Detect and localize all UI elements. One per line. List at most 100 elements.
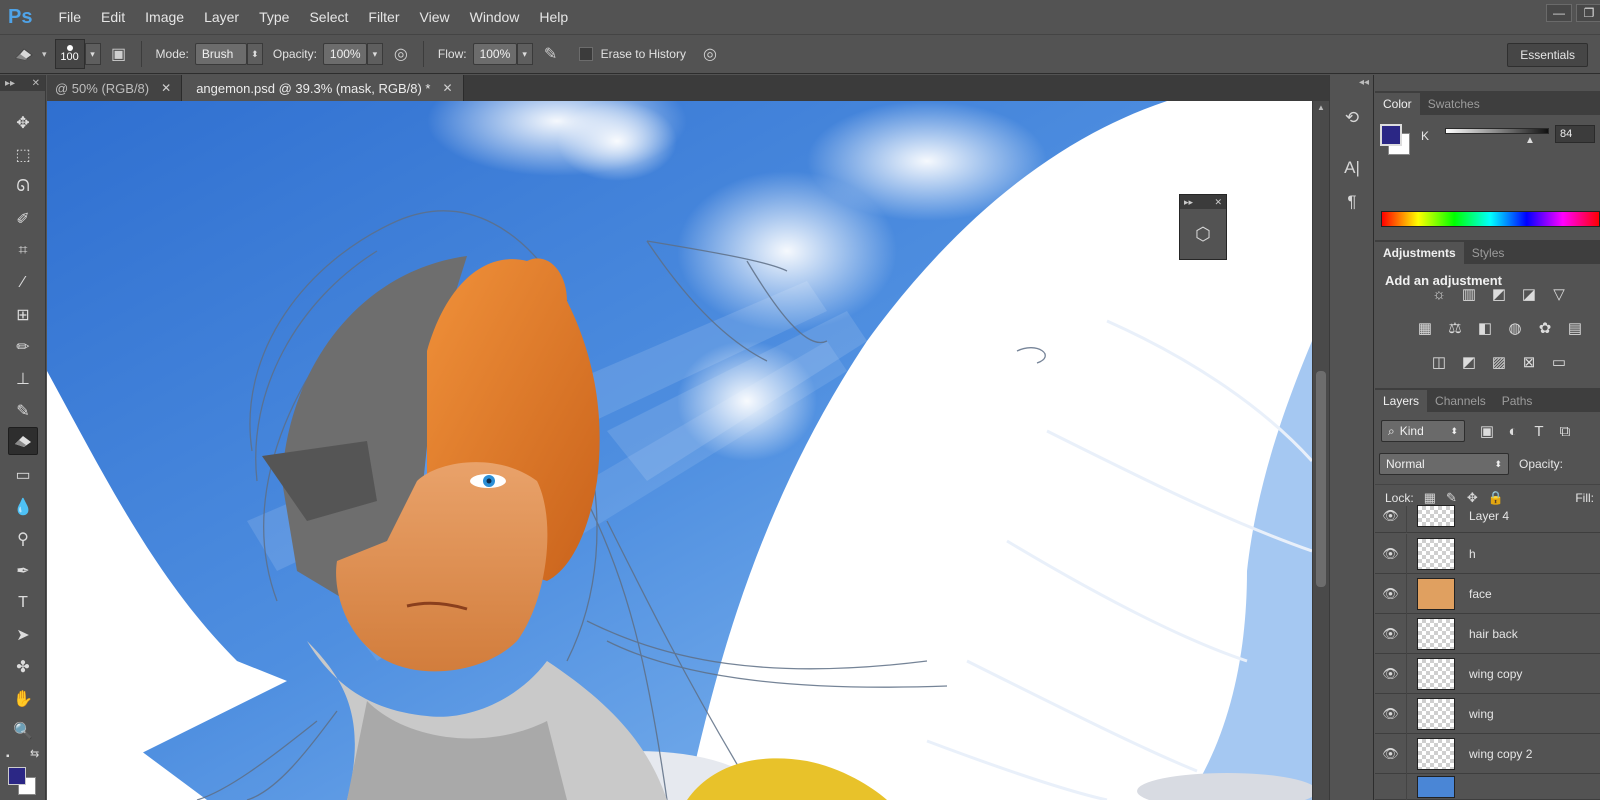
- scroll-up-arrow[interactable]: ▲: [1317, 103, 1325, 112]
- collapse-icon[interactable]: ▸▸: [5, 78, 15, 89]
- filter-pixel-icon[interactable]: ▣: [1477, 421, 1497, 441]
- document-tab-active[interactable]: angemon.psd @ 39.3% (mask, RGB/8) * ✕: [182, 75, 464, 101]
- channel-mixer-icon[interactable]: ✿: [1535, 318, 1555, 338]
- type-tool-icon[interactable]: T: [8, 589, 38, 617]
- minimize-button[interactable]: —: [1546, 4, 1572, 22]
- scroll-thumb[interactable]: [1316, 371, 1326, 587]
- expand-icon[interactable]: ▸▸: [1184, 197, 1193, 208]
- visibility-eye-icon[interactable]: 👁: [1375, 505, 1407, 533]
- path-selection-tool-icon[interactable]: ➤: [8, 621, 38, 649]
- brightness-contrast-icon[interactable]: ☼: [1429, 284, 1449, 304]
- close-tab-icon[interactable]: ✕: [161, 81, 171, 95]
- visibility-eye-icon[interactable]: 👁: [1375, 533, 1407, 574]
- menu-filter[interactable]: Filter: [358, 9, 409, 25]
- threshold-icon[interactable]: ▨: [1489, 352, 1509, 372]
- posterize-icon[interactable]: ◩: [1459, 352, 1479, 372]
- dodge-tool-icon[interactable]: ⚲: [8, 525, 38, 553]
- color-spectrum-bar[interactable]: [1381, 211, 1600, 227]
- invert-icon[interactable]: ◫: [1429, 352, 1449, 372]
- tab-channels[interactable]: Channels: [1427, 390, 1494, 412]
- airbrush-icon[interactable]: ✎: [539, 42, 563, 66]
- levels-icon[interactable]: ▥: [1459, 284, 1479, 304]
- layer-filter-select[interactable]: ⌕ Kind ⬍: [1381, 420, 1465, 442]
- close-icon[interactable]: ✕: [1214, 197, 1222, 208]
- k-channel-slider[interactable]: [1445, 128, 1549, 134]
- photo-filter-icon[interactable]: ◍: [1505, 318, 1525, 338]
- menu-help[interactable]: Help: [529, 9, 578, 25]
- filter-shape-icon[interactable]: ⧉: [1555, 421, 1575, 441]
- brush-size-picker[interactable]: 100: [54, 39, 85, 69]
- layer-row[interactable]: 👁 wing: [1375, 693, 1600, 734]
- opacity-dropdown[interactable]: ▾: [366, 43, 383, 65]
- gradient-tool-icon[interactable]: ▭: [8, 461, 38, 489]
- filter-type-icon[interactable]: T: [1529, 421, 1549, 441]
- pressure-opacity-icon[interactable]: ◎: [389, 42, 413, 66]
- black-white-icon[interactable]: ◧: [1475, 318, 1495, 338]
- layer-row[interactable]: 👁 wing copy 2: [1375, 733, 1600, 774]
- brush-panel-toggle-icon[interactable]: ▣: [107, 42, 131, 66]
- brush-picker-dropdown[interactable]: ▾: [84, 43, 101, 65]
- hand-tool-icon[interactable]: ✋: [8, 685, 38, 713]
- document-tab[interactable]: @ 50% (RGB/8) ✕: [47, 75, 183, 101]
- canvas-vertical-scrollbar[interactable]: ▲: [1312, 101, 1329, 800]
- brush-tool-icon[interactable]: ✏: [8, 333, 38, 361]
- foreground-color-swatch[interactable]: [8, 767, 26, 785]
- menu-select[interactable]: Select: [299, 9, 358, 25]
- layer-row[interactable]: 👁 Layer 4: [1375, 505, 1600, 533]
- mode-select[interactable]: Brush: [194, 43, 247, 65]
- slider-handle-icon[interactable]: ▲: [1525, 135, 1535, 146]
- default-colors-icon[interactable]: ▪: [6, 751, 10, 762]
- opacity-input[interactable]: 100%: [322, 43, 367, 65]
- visibility-eye-icon[interactable]: [1375, 773, 1407, 800]
- color-panel-fg-swatch[interactable]: [1380, 124, 1402, 146]
- lock-transparent-icon[interactable]: ▦: [1424, 490, 1436, 506]
- workspace-switcher[interactable]: Essentials: [1507, 43, 1588, 67]
- character-panel-icon[interactable]: A|: [1338, 155, 1366, 181]
- filter-adjustment-icon[interactable]: ◐: [1503, 421, 1523, 441]
- history-brush-tool-icon[interactable]: ✎: [8, 397, 38, 425]
- restore-button[interactable]: ❐: [1576, 4, 1600, 22]
- gradient-map-icon[interactable]: ⊠: [1519, 352, 1539, 372]
- paragraph-panel-icon[interactable]: ¶: [1338, 189, 1366, 215]
- quick-selection-tool-icon[interactable]: ✐: [8, 205, 38, 233]
- swap-colors-icon[interactable]: ⇆: [30, 747, 39, 760]
- 3d-panel-icon[interactable]: ⬡: [1180, 209, 1226, 259]
- tab-adjustments[interactable]: Adjustments: [1375, 242, 1464, 264]
- flow-input[interactable]: 100%: [472, 43, 517, 65]
- erase-to-history-checkbox[interactable]: [578, 47, 593, 61]
- move-tool-icon[interactable]: ✥: [8, 109, 38, 137]
- k-channel-input[interactable]: 84: [1555, 125, 1595, 143]
- menu-view[interactable]: View: [410, 9, 460, 25]
- flow-dropdown[interactable]: ▾: [516, 43, 533, 65]
- crop-tool-icon[interactable]: ⌗: [8, 237, 38, 265]
- hue-saturation-icon[interactable]: ▦: [1415, 318, 1435, 338]
- layer-row[interactable]: 👁 wing copy: [1375, 653, 1600, 694]
- tab-color[interactable]: Color: [1375, 93, 1420, 115]
- lock-image-icon[interactable]: ✎: [1446, 490, 1457, 506]
- tab-swatches[interactable]: Swatches: [1420, 93, 1488, 115]
- document-canvas[interactable]: [47, 101, 1312, 800]
- menu-file[interactable]: File: [48, 9, 91, 25]
- tab-styles[interactable]: Styles: [1464, 242, 1513, 264]
- history-panel-icon[interactable]: ⟲: [1338, 105, 1366, 131]
- layer-row[interactable]: 👁 face: [1375, 573, 1600, 614]
- selective-color-icon[interactable]: ▭: [1549, 352, 1569, 372]
- visibility-eye-icon[interactable]: 👁: [1375, 733, 1407, 774]
- visibility-eye-icon[interactable]: 👁: [1375, 693, 1407, 734]
- lock-all-icon[interactable]: 🔒: [1488, 490, 1504, 506]
- tab-paths[interactable]: Paths: [1494, 390, 1541, 412]
- visibility-eye-icon[interactable]: 👁: [1375, 653, 1407, 694]
- collapse-icon[interactable]: ◂◂: [1359, 77, 1369, 88]
- eyedropper-tool-icon[interactable]: ⁄: [8, 269, 38, 297]
- layer-row[interactable]: [1375, 773, 1600, 800]
- menu-layer[interactable]: Layer: [194, 9, 249, 25]
- menu-edit[interactable]: Edit: [91, 9, 135, 25]
- zoom-tool-icon[interactable]: 🔍: [8, 717, 38, 745]
- curves-icon[interactable]: ◩: [1489, 284, 1509, 304]
- menu-image[interactable]: Image: [135, 9, 194, 25]
- layer-row[interactable]: 👁 hair back: [1375, 613, 1600, 654]
- blend-mode-select[interactable]: Normal ⬍: [1379, 453, 1509, 475]
- color-lookup-icon[interactable]: ▤: [1565, 318, 1585, 338]
- clone-stamp-tool-icon[interactable]: ⊥: [8, 365, 38, 393]
- eraser-preset-icon[interactable]: [12, 42, 36, 66]
